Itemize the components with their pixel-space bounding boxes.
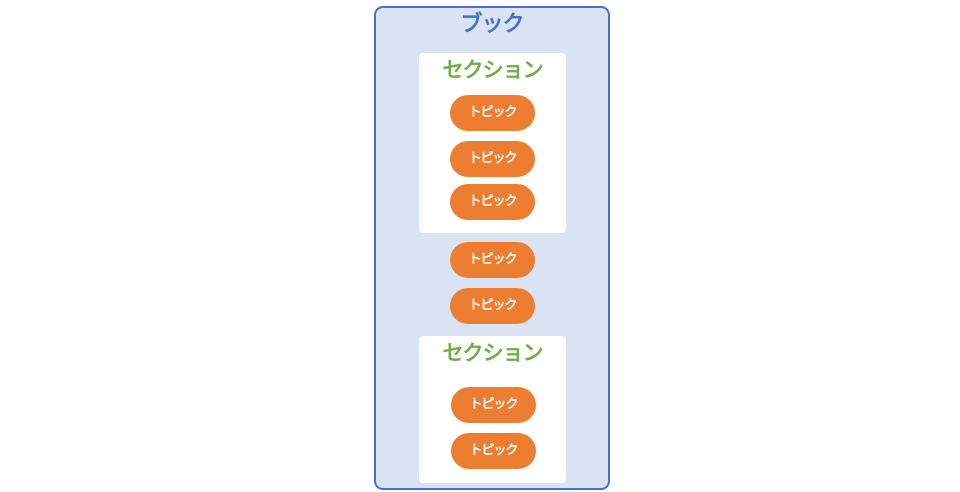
section-1-title: セクション	[442, 58, 544, 82]
book-topic-2: トピック	[450, 288, 535, 324]
book-title: ブック	[460, 12, 524, 37]
section-2-topic-2: トピック	[451, 433, 536, 469]
section-2-topic-1: トピック	[451, 387, 536, 423]
section-1: セクション トピック トピック トピック	[419, 53, 566, 233]
section-1-topic-3: トピック	[450, 184, 535, 220]
section-1-topic-1: トピック	[450, 95, 535, 131]
section-2-title: セクション	[442, 341, 544, 365]
book-topic-1: トピック	[450, 242, 535, 278]
section-2: セクション トピック トピック	[419, 336, 566, 483]
diagram-canvas: ブック セクション トピック トピック トピック トピック トピック セクション…	[0, 0, 960, 492]
section-1-topic-2: トピック	[450, 141, 535, 177]
book-container: ブック セクション トピック トピック トピック トピック トピック セクション…	[374, 6, 610, 490]
